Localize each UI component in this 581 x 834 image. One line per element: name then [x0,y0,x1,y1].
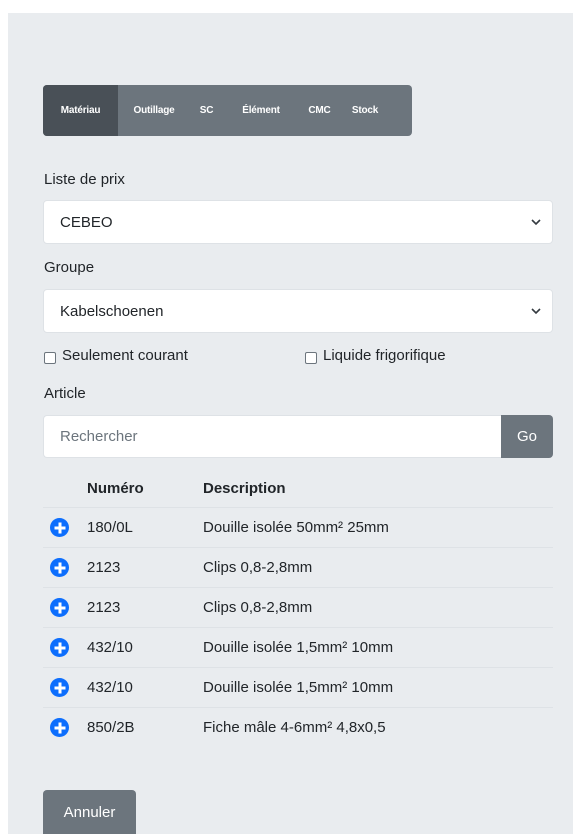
chevron-down-icon [531,308,541,315]
table-row: 432/10 Douille isolée 1,5mm² 10mm [43,627,553,668]
table-header-row: Numéro Description [43,470,553,508]
article-search: Go [43,415,553,458]
row-number: 2123 [87,547,203,588]
row-description: Fiche mâle 4-6mm² 4,8x0,5 [203,707,553,747]
group-label: Groupe [44,259,95,276]
add-icon[interactable] [50,638,69,657]
add-icon[interactable] [50,598,69,617]
tab-element[interactable]: Élément [223,85,299,136]
row-description: Clips 0,8-2,8mm [203,547,553,588]
checkbox-box[interactable] [44,351,56,364]
tab-stock[interactable]: Stock [340,85,390,136]
tab-materiau[interactable]: Matériau [43,85,118,136]
tab-cmc[interactable]: CMC [299,85,340,136]
row-description: Douille isolée 1,5mm² 10mm [203,627,553,668]
table-row: 2123 Clips 0,8-2,8mm [43,547,553,588]
group-select[interactable]: Kabelschoenen [43,289,553,333]
row-description: Douille isolée 50mm² 25mm [203,507,553,548]
search-input[interactable] [43,415,501,458]
add-icon[interactable] [50,558,69,577]
tab-outillage[interactable]: Outillage [118,85,190,136]
group-value: Kabelschoenen [60,302,164,320]
current-only-checkbox[interactable]: Seulement courant [44,347,188,364]
table-row: 432/10 Douille isolée 1,5mm² 10mm [43,667,553,708]
chevron-down-icon [531,219,541,226]
table-row: 850/2B Fiche mâle 4-6mm² 4,8x0,5 [43,707,553,747]
table-row: 180/0L Douille isolée 50mm² 25mm [43,507,553,548]
checkbox-box[interactable] [305,351,317,364]
price-list-label: Liste de prix [44,171,125,188]
tab-sc[interactable]: SC [190,85,223,136]
refrigerant-label: Liquide frigorifique [323,347,446,364]
refrigerant-checkbox[interactable]: Liquide frigorifique [305,347,446,364]
article-table: Numéro Description 180/0L Douille isolée … [43,470,553,747]
price-list-select[interactable]: CEBEO [43,200,553,244]
add-icon[interactable] [50,718,69,737]
cancel-button[interactable]: Annuler [43,790,136,834]
header-number: Numéro [87,470,203,508]
row-number: 2123 [87,587,203,628]
category-tabs: Matériau Outillage SC Élément CMC Stock [43,85,412,136]
add-icon[interactable] [50,518,69,537]
go-button[interactable]: Go [501,415,553,458]
row-number: 432/10 [87,667,203,708]
add-icon[interactable] [50,678,69,697]
header-description: Description [203,470,553,508]
current-only-label: Seulement courant [62,347,188,364]
row-description: Douille isolée 1,5mm² 10mm [203,667,553,708]
price-list-value: CEBEO [60,213,113,231]
table-row: 2123 Clips 0,8-2,8mm [43,587,553,628]
row-description: Clips 0,8-2,8mm [203,587,553,628]
article-label: Article [44,385,86,402]
row-number: 850/2B [87,707,203,747]
row-number: 432/10 [87,627,203,668]
row-number: 180/0L [87,507,203,548]
